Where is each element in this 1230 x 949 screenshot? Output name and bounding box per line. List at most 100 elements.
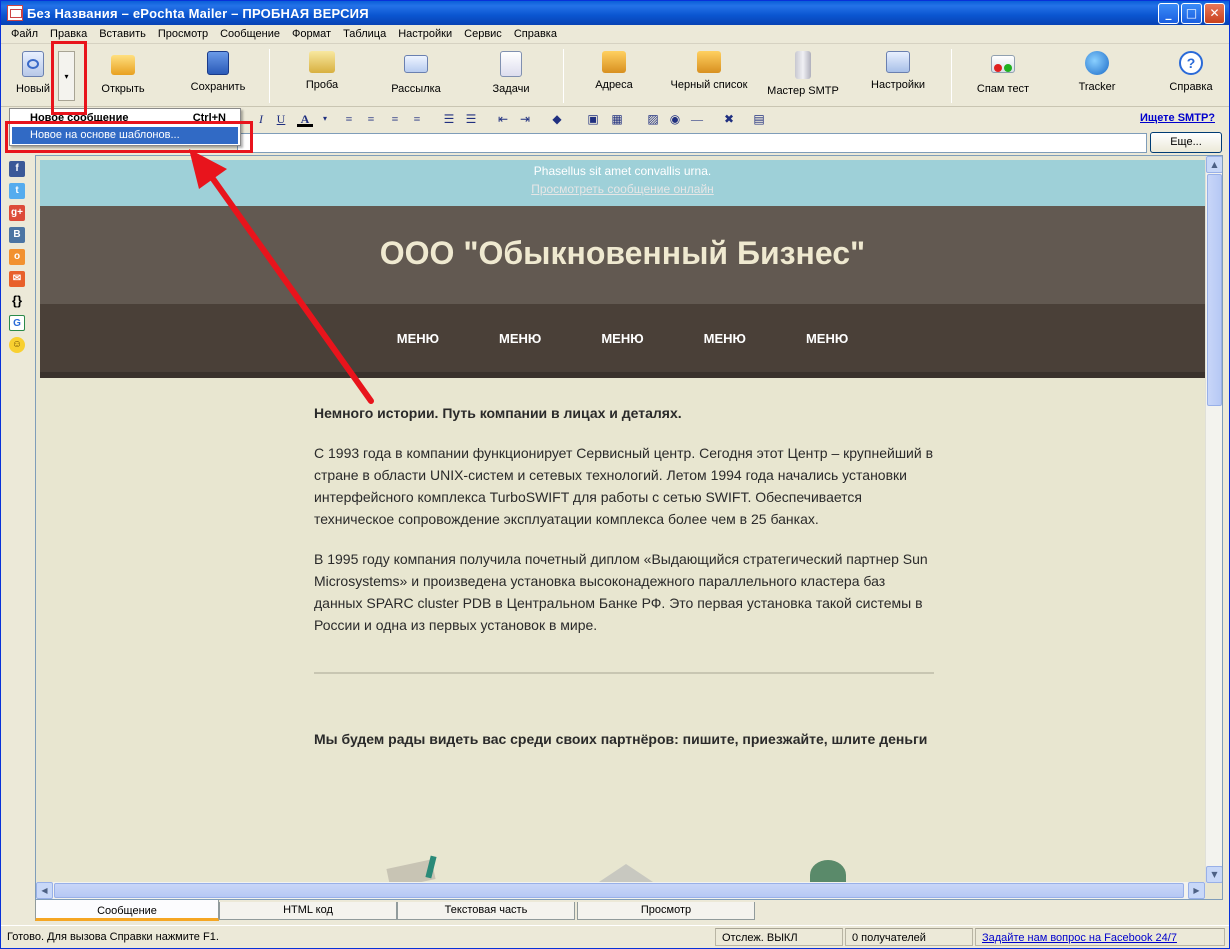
menu-edit[interactable]: Правка [44,28,93,40]
looking-for-smtp-link[interactable]: Ищете SMTP? [1140,112,1215,124]
email-preheader: Phasellus sit amet convallis urna. Просм… [40,160,1205,206]
vertical-scroll-thumb[interactable] [1207,174,1222,406]
spam-test-button[interactable]: Спам тест [975,51,1031,95]
open-button[interactable]: Открыть [97,51,149,95]
vertical-scrollbar[interactable]: ▲ ▼ [1205,156,1222,883]
menu-table[interactable]: Таблица [337,28,392,40]
smiley-icon[interactable]: ☺ [9,337,25,353]
mailing-envelope-icon [404,55,428,73]
insert-table-icon[interactable]: ▦ [609,111,625,127]
toolbar-separator [563,49,564,103]
code-braces-icon[interactable]: {} [9,293,25,309]
facebook-icon[interactable]: f [9,161,25,177]
clear-format-icon[interactable]: ✖ [721,111,737,127]
odnoklassniki-icon[interactable]: o [9,249,25,265]
message-editor[interactable]: Phasellus sit amet convallis urna. Просм… [35,155,1223,900]
new-button[interactable]: Новый [13,51,53,95]
menu-settings[interactable]: Настройки [392,28,458,40]
content-heading: Немного истории. Путь компании в лицах и… [314,405,682,421]
status-recipients: 0 получателей [845,928,973,946]
numbered-list-icon[interactable]: ☰ [441,111,457,127]
menu-insert[interactable]: Вставить [93,28,152,40]
title-bar[interactable]: Без Названия – ePochta Mailer – ПРОБНАЯ … [1,1,1229,25]
horizontal-scroll-thumb[interactable] [54,883,1184,898]
email-nav-item[interactable]: МЕНЮ [806,331,848,346]
view-online-link[interactable]: Просмотреть сообщение онлайн [40,182,1205,196]
addresses-button[interactable]: Адреса [593,51,635,91]
tab-html-code[interactable]: HTML код [219,902,397,920]
email-nav-item[interactable]: МЕНЮ [601,331,643,346]
maximize-button[interactable]: □ [1181,2,1202,24]
smtp-server-icon [795,51,811,79]
twitter-icon[interactable]: t [9,183,25,199]
scroll-down-icon[interactable]: ▼ [1206,866,1222,883]
save-disk-icon [207,51,229,75]
content-paragraph: С 1993 года в компании функционирует Сер… [314,445,934,527]
subject-field[interactable] [237,133,1147,153]
indent-icon[interactable]: ⇥ [517,111,533,127]
outdent-icon[interactable]: ⇤ [495,111,511,127]
menu-service[interactable]: Сервис [458,28,508,40]
menu-file[interactable]: Файл [5,28,44,40]
menu-message[interactable]: Сообщение [214,28,286,40]
palette-icon[interactable]: ◉ [667,111,683,127]
font-color-icon[interactable]: A [297,111,313,127]
menu-view[interactable]: Просмотр [152,28,214,40]
facebook-question-link[interactable]: Задайте нам вопрос на Facebook 24/7 [975,928,1225,946]
italic-icon[interactable]: I [253,111,269,127]
menu-help[interactable]: Справка [508,28,563,40]
menu-format[interactable]: Формат [286,28,337,40]
save-button[interactable]: Сохранить [187,51,249,93]
email-content: Немного истории. Путь компании в лицах и… [314,402,934,750]
email-nav-item[interactable]: МЕНЮ [397,331,439,346]
more-button[interactable]: Еще... [1150,132,1222,153]
tracker-globe-icon [1085,51,1109,75]
smtp-wizard-button[interactable]: Мастер SMTP [767,51,839,97]
horizontal-rule-icon[interactable]: — [689,111,705,127]
email-nav-item[interactable]: МЕНЮ [704,331,746,346]
close-button[interactable]: ✕ [1204,2,1225,24]
align-left-icon[interactable]: ≡ [341,111,357,127]
google-plus-icon[interactable]: g+ [9,205,25,221]
tab-preview[interactable]: Просмотр [577,902,755,920]
decorative-image [810,860,846,882]
underline-icon[interactable]: U [273,111,289,127]
settings-button[interactable]: Настройки [867,51,929,91]
tracker-button[interactable]: Tracker [1077,51,1117,93]
spam-test-icon [991,55,1015,73]
test-button[interactable]: Проба [301,51,343,91]
blacklist-button[interactable]: Черный список [667,51,751,91]
send-button[interactable]: Рассылка [389,51,443,95]
font-color-dropdown-icon[interactable]: ▾ [317,111,333,127]
insert-picture-icon[interactable]: ▨ [645,111,661,127]
notes-icon[interactable]: ▤ [751,111,767,127]
fill-color-icon[interactable]: ◆ [549,111,565,127]
tab-text-part[interactable]: Текстовая часть [397,902,575,920]
scroll-up-icon[interactable]: ▲ [1206,156,1222,173]
open-folder-icon [111,55,135,75]
insert-image-icon[interactable]: ▣ [585,111,601,127]
tasks-clock-icon [500,51,522,77]
test-send-icon [309,51,335,73]
tab-message[interactable]: Сообщение [35,900,219,921]
bullet-list-icon[interactable]: ☰ [463,111,479,127]
email-nav-item[interactable]: МЕНЮ [499,331,541,346]
scroll-left-icon[interactable]: ◀ [36,882,53,899]
align-center-icon[interactable]: ≡ [363,111,379,127]
scroll-right-icon[interactable]: ▶ [1188,882,1205,899]
mail-icon[interactable]: ✉ [9,271,25,287]
window-title: Без Названия – ePochta Mailer – ПРОБНАЯ … [27,5,369,21]
settings-gear-icon [886,51,910,73]
horizontal-scrollbar[interactable]: ◀ ▶ [36,882,1205,899]
company-name: ООО "Обыкновенный Бизнес" [40,206,1205,304]
status-tracking: Отслеж. ВЫКЛ [715,928,843,946]
align-right-icon[interactable]: ≡ [387,111,403,127]
help-button[interactable]: ? Справка [1167,51,1215,93]
google-icon[interactable]: G [9,315,25,331]
highlight-dropdown-arrow [51,41,87,115]
minimize-button[interactable]: _ [1158,2,1179,24]
vkontakte-icon[interactable]: B [9,227,25,243]
tasks-button[interactable]: Задачи [491,51,531,95]
editor-tabs: Сообщение HTML код Текстовая часть Просм… [35,900,1223,922]
align-justify-icon[interactable]: ≡ [409,111,425,127]
